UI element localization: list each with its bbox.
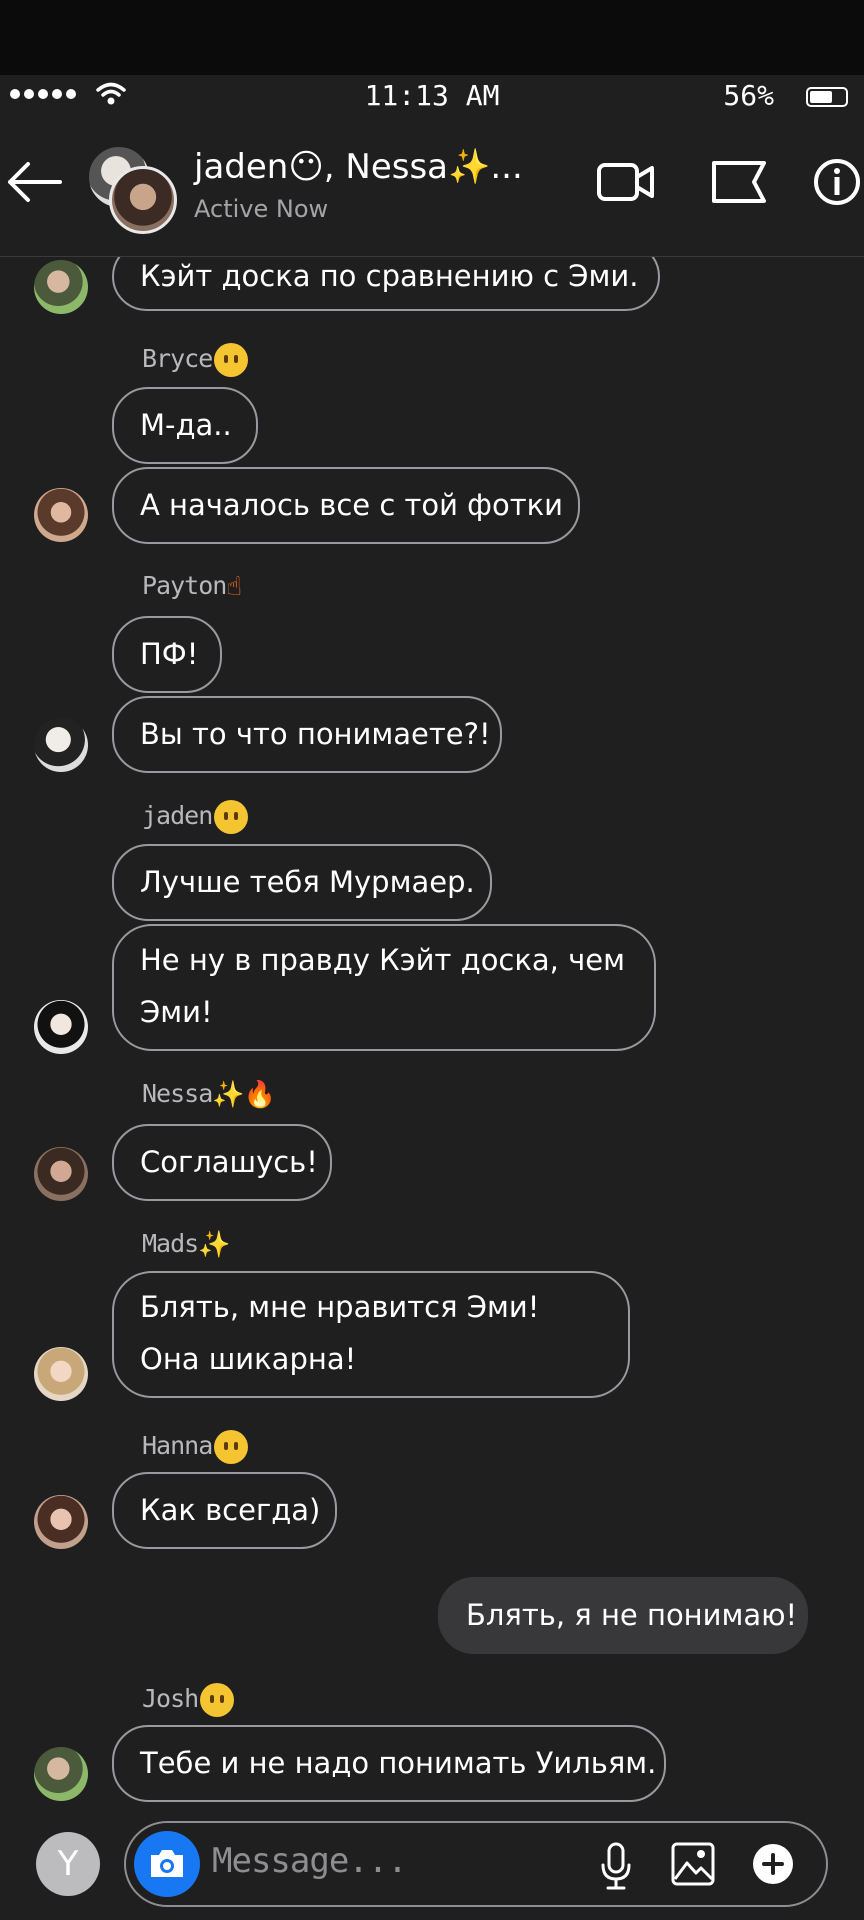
active-status: Active Now [194, 195, 329, 223]
avatar[interactable] [34, 1347, 88, 1401]
avatar[interactable] [34, 260, 88, 314]
top-black-bar [0, 0, 864, 75]
message-bubble[interactable]: ПФ! [112, 616, 222, 693]
my-avatar[interactable]: Y [36, 1832, 100, 1896]
info-icon[interactable] [812, 157, 862, 207]
battery-icon [806, 87, 848, 107]
message-bubble[interactable]: Тебе и не надо понимать Уильям. [112, 1725, 666, 1802]
sender-name: Josh [142, 1683, 235, 1717]
hand-emoji-icon: ☝ [226, 572, 242, 602]
avatar[interactable] [34, 1747, 88, 1801]
avatar[interactable] [34, 488, 88, 542]
chat-title[interactable]: jaden😶, Nessa✨... [194, 147, 523, 187]
message-placeholder: Message... [212, 1841, 408, 1881]
sender-name: Mads✨ [142, 1229, 231, 1260]
battery-percent: 56% [723, 79, 774, 112]
message-bubble[interactable]: М-да.. [112, 387, 258, 464]
chat-header: jaden😶, Nessa✨... Active Now [0, 117, 864, 257]
message-input[interactable]: Message... [124, 1821, 828, 1907]
message-bubble[interactable]: Как всегда) [112, 1472, 337, 1549]
sender-name: Hanna [142, 1430, 249, 1464]
sender-name: Bryce [142, 343, 249, 377]
message-bubble[interactable]: Блять, мне нравится Эми! Она шикарна! [112, 1271, 630, 1398]
camera-icon [151, 1850, 183, 1877]
status-bar: 11:13 AM 56% [0, 75, 864, 117]
fire-emoji-icon: 🔥 [243, 1080, 276, 1110]
camera-button[interactable] [134, 1831, 200, 1897]
sparkles-emoji-icon: ✨ [212, 1080, 244, 1110]
message-bubble[interactable]: Не ну в правду Кэйт доска, чем Эми! [112, 924, 656, 1051]
message-list[interactable]: Кэйт доска по сравнению с Эми. Bryce М-д… [0, 257, 864, 1807]
group-avatar[interactable] [86, 144, 177, 234]
smile-emoji-icon [214, 343, 249, 377]
avatar[interactable] [34, 718, 88, 772]
my-message-bubble[interactable]: Блять, я не понимаю! [438, 1577, 808, 1654]
message-bubble[interactable]: Вы то что понимаете?! [112, 696, 502, 773]
sender-name: Payton☝ [142, 571, 242, 602]
avatar[interactable] [34, 1147, 88, 1201]
avatar[interactable] [34, 1000, 88, 1054]
gallery-icon[interactable] [670, 1841, 716, 1887]
add-icon[interactable] [752, 1843, 794, 1885]
message-bubble[interactable]: Соглашусь! [112, 1124, 332, 1201]
message-bubble[interactable]: Кэйт доска по сравнению с Эми. [112, 257, 660, 311]
sender-name: jaden [142, 800, 249, 834]
sparkles-emoji-icon: ✨ [198, 1230, 230, 1260]
message-composer: Y Message... [0, 1807, 864, 1920]
video-call-icon[interactable] [596, 157, 656, 207]
sender-name: Nessa✨🔥 [142, 1079, 276, 1110]
weary-emoji-icon [214, 1430, 249, 1464]
no-mouth-emoji-icon [214, 800, 249, 834]
back-arrow-icon[interactable] [4, 157, 64, 207]
flag-icon[interactable] [710, 157, 770, 207]
message-bubble[interactable]: Лучше тебя Мурмаер. [112, 844, 492, 921]
avatar[interactable] [34, 1495, 88, 1549]
avatar [109, 166, 177, 234]
no-mouth-emoji-icon [200, 1683, 235, 1717]
message-bubble[interactable]: А началось все с той фотки [112, 467, 580, 544]
microphone-icon[interactable] [596, 1841, 636, 1891]
